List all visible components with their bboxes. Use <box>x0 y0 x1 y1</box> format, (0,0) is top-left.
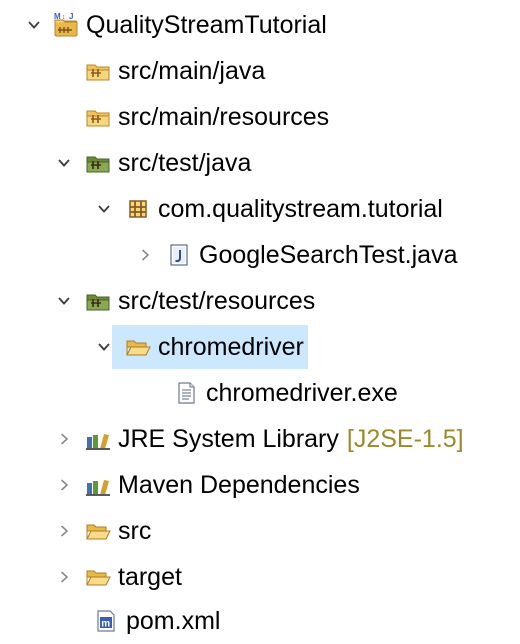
tree-item-label: src/main/java <box>118 57 266 85</box>
package-icon <box>124 195 152 223</box>
chevron-down-icon[interactable] <box>92 197 116 221</box>
tree-item-label: chromedriver.exe <box>206 379 398 407</box>
library-icon <box>84 425 112 453</box>
tree-item-src-test-resources[interactable]: src/test/resources <box>0 278 520 324</box>
tree-item-label: chromedriver <box>158 333 304 361</box>
text-file-icon <box>172 379 200 407</box>
chevron-right-icon[interactable] <box>52 473 76 497</box>
tree-item-label: src/test/java <box>118 149 252 177</box>
tree-item-label: pom.xml <box>126 607 221 635</box>
tree-item-pom-xml[interactable]: m pom.xml <box>0 598 520 644</box>
svg-text:m: m <box>101 619 110 630</box>
jre-version-decoration: [J2SE-1.5] <box>346 425 464 453</box>
chevron-right-icon[interactable] <box>133 243 157 267</box>
tree-item-src-test-java[interactable]: src/test/java <box>0 140 520 186</box>
maven-java-project-icon: M ↕ J <box>52 11 80 39</box>
chevron-right-icon[interactable] <box>52 519 76 543</box>
svg-text:↕: ↕ <box>62 14 66 21</box>
tree-item-src-main-java[interactable]: src/main/java <box>0 48 520 94</box>
tree-item-label: com.qualitystream.tutorial <box>158 195 443 223</box>
source-folder-icon <box>84 57 112 85</box>
tree-item-label: src/test/resources <box>118 287 316 315</box>
chevron-down-icon[interactable] <box>52 289 76 313</box>
tree-item-jre-library[interactable]: JRE System Library [J2SE-1.5] <box>0 416 520 462</box>
tree-item-label: JRE System Library <box>118 425 339 453</box>
tree-item-src[interactable]: src <box>0 508 520 554</box>
tree-item-label: src <box>118 517 152 545</box>
chevron-right-icon[interactable] <box>52 427 76 451</box>
source-folder-icon <box>84 103 112 131</box>
tree-item-project[interactable]: M ↕ J QualityStreamTutorial <box>0 2 520 48</box>
source-folder-icon <box>84 287 112 315</box>
chevron-down-icon[interactable] <box>52 151 76 175</box>
java-file-icon <box>165 241 193 269</box>
chevron-right-icon[interactable] <box>52 565 76 589</box>
source-folder-icon <box>84 149 112 177</box>
tree-item-src-main-resources[interactable]: src/main/resources <box>0 94 520 140</box>
chevron-down-icon[interactable] <box>22 13 46 37</box>
folder-open-icon <box>124 333 152 361</box>
tree-item-chromedriver-exe[interactable]: chromedriver.exe <box>0 370 520 416</box>
folder-icon <box>84 517 112 545</box>
svg-text:J: J <box>69 12 73 21</box>
folder-icon <box>84 563 112 591</box>
tree-item-label: GoogleSearchTest.java <box>199 241 458 269</box>
library-icon <box>84 471 112 499</box>
tree-item-label: QualityStreamTutorial <box>86 11 327 39</box>
tree-item-label: target <box>118 563 182 591</box>
tree-item-label: src/main/resources <box>118 103 330 131</box>
selection-highlight[interactable]: chromedriver <box>112 325 308 369</box>
tree-item-label: Maven Dependencies <box>118 471 360 499</box>
tree-item-google-search-test[interactable]: GoogleSearchTest.java <box>0 232 520 278</box>
tree-item-target[interactable]: target <box>0 554 520 600</box>
tree-item-maven-dependencies[interactable]: Maven Dependencies <box>0 462 520 508</box>
maven-pom-icon: m <box>92 607 120 635</box>
tree-item-chromedriver-folder[interactable]: chromedriver <box>0 324 520 370</box>
project-explorer-tree: M ↕ J QualityStreamTutorial src/main/jav… <box>0 0 520 641</box>
svg-text:M: M <box>54 12 61 21</box>
tree-item-package[interactable]: com.qualitystream.tutorial <box>0 186 520 232</box>
